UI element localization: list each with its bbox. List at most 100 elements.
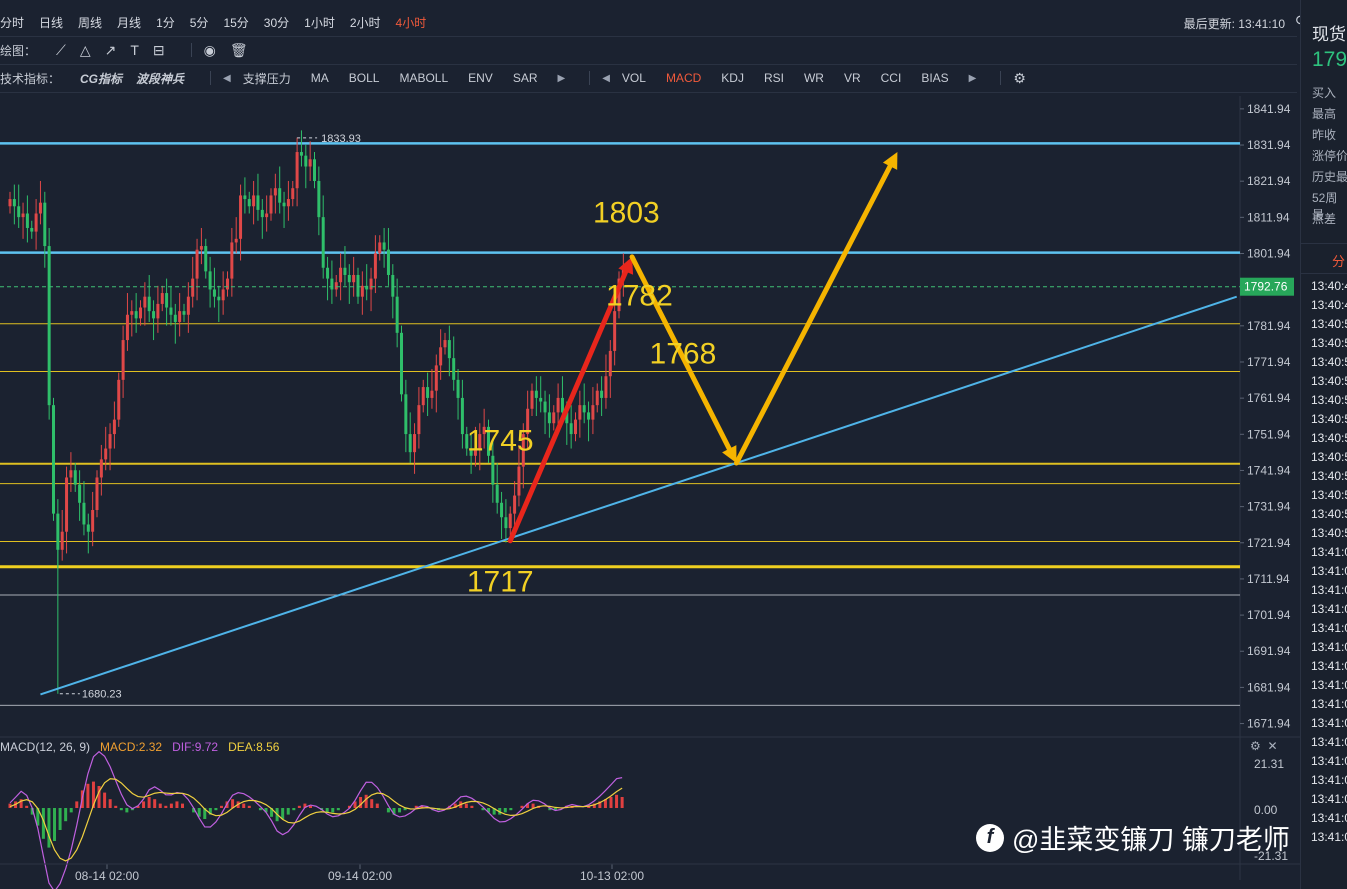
candle-body (460, 397, 464, 435)
candle-body (391, 274, 395, 297)
candle-body (252, 195, 256, 207)
candle-body (230, 242, 234, 279)
candle-body (591, 405, 595, 420)
candle-body (578, 405, 582, 420)
candle-body (413, 434, 417, 453)
candle-body (38, 202, 42, 214)
candle-body (165, 293, 169, 308)
candle-body (291, 188, 295, 200)
y-tick-label: 1721.94 (1247, 536, 1291, 550)
candle-body (52, 405, 55, 514)
trade-time: 13:40:5 (1311, 393, 1347, 407)
candle-body (373, 253, 377, 279)
candle-body (12, 199, 16, 207)
candle-body (278, 188, 282, 203)
y-tick-label: 1681.94 (1247, 680, 1291, 694)
divider (1301, 243, 1347, 244)
candle-body (543, 401, 547, 413)
candle-body (134, 311, 138, 319)
macd-y-tick: 21.31 (1254, 757, 1284, 771)
candle-body (547, 412, 551, 424)
price-target-label: 1803 (593, 197, 660, 230)
candle-body (339, 267, 343, 283)
candle-body (265, 213, 269, 218)
gear-icon[interactable]: ⚙ (1250, 739, 1261, 753)
candle-body (299, 152, 303, 156)
candle-body (534, 390, 538, 398)
trade-time: 13:41:0 (1311, 659, 1347, 673)
candle-body (378, 242, 382, 254)
x-tick-label: 09-14 02:00 (328, 869, 392, 883)
sidebar-label: 最高 (1312, 107, 1337, 121)
candle-body (443, 340, 447, 348)
candle-body (530, 390, 534, 409)
candle-body (182, 311, 186, 315)
candle-body (247, 199, 251, 207)
y-tick-label: 1671.94 (1247, 717, 1291, 731)
y-tick-label: 1801.94 (1247, 247, 1291, 261)
candle-body (30, 227, 34, 232)
candle-body (108, 434, 112, 449)
candle-body (156, 303, 160, 319)
sidebar-label: 点差 (1312, 212, 1337, 226)
trade-time: 13:40:5 (1311, 336, 1347, 350)
candle-body (17, 206, 21, 218)
price-chart[interactable]: 1841.941831.941821.941811.941801.941791.… (0, 0, 1300, 889)
trade-time: 13:41:0 (1311, 545, 1347, 559)
candle-body (143, 296, 147, 308)
candle-body (125, 314, 129, 341)
trade-time: 13:41:0 (1311, 754, 1347, 768)
trade-time: 13:40:5 (1311, 431, 1347, 445)
candle-body (330, 278, 334, 290)
trade-time: 13:41:0 (1311, 830, 1347, 844)
sidebar-price: 179 (1312, 48, 1347, 71)
watermark: f @韭菜变镰刀 镰刀老师 (976, 818, 1290, 857)
trade-time: 13:40:5 (1311, 450, 1347, 464)
y-tick-label: 1741.94 (1247, 463, 1291, 477)
candle-body (495, 484, 499, 503)
y-tick-label: 1701.94 (1247, 608, 1291, 622)
tab-minute[interactable]: 分 (1332, 251, 1345, 270)
candle-body (582, 405, 586, 413)
candle-body (186, 296, 190, 315)
candle-body (282, 202, 286, 207)
close-icon[interactable]: ✕ (1267, 739, 1277, 753)
candle-body (434, 365, 438, 391)
y-tick-label: 1821.94 (1247, 174, 1291, 188)
candle-body (560, 397, 564, 413)
trade-time: 13:41:0 (1311, 583, 1347, 597)
trade-time: 13:40:5 (1311, 507, 1347, 521)
candle-body (569, 423, 573, 435)
candle-body (95, 477, 99, 511)
candle-body (447, 340, 451, 359)
trade-time: 13:41:0 (1311, 735, 1347, 749)
candle-body (91, 510, 95, 532)
trade-time: 13:40:5 (1311, 355, 1347, 369)
candle-body (408, 434, 412, 453)
candle-body (439, 347, 443, 366)
candle-body (587, 412, 591, 420)
price-target-label: 1717 (467, 565, 534, 598)
candle-body (352, 274, 356, 283)
current-price-label: 1792.76 (1244, 280, 1288, 294)
y-tick-label: 1811.94 (1247, 210, 1290, 224)
candle-body (178, 311, 182, 322)
candle-body (395, 296, 399, 333)
trade-time: 13:40:5 (1311, 469, 1347, 483)
candle-body (69, 470, 73, 478)
trade-time: 13:41:0 (1311, 621, 1347, 635)
dea-value: DEA:8.56 (228, 740, 280, 754)
y-tick-label: 1731.94 (1247, 500, 1291, 514)
sidebar-label: 买入 (1312, 86, 1337, 100)
candle-body (160, 293, 164, 304)
macd-title: MACD(12, 26, 9) (0, 740, 91, 754)
candle-body (169, 307, 173, 315)
candle-body (60, 531, 64, 550)
candle-body (595, 390, 599, 406)
candle-body (417, 405, 421, 435)
watermark-text: @韭菜变镰刀 镰刀老师 (1012, 825, 1290, 855)
y-tick-label: 1711.94 (1247, 572, 1290, 586)
candle-body (217, 296, 221, 301)
candle-body (334, 282, 338, 290)
trade-time: 13:40:5 (1311, 412, 1347, 426)
